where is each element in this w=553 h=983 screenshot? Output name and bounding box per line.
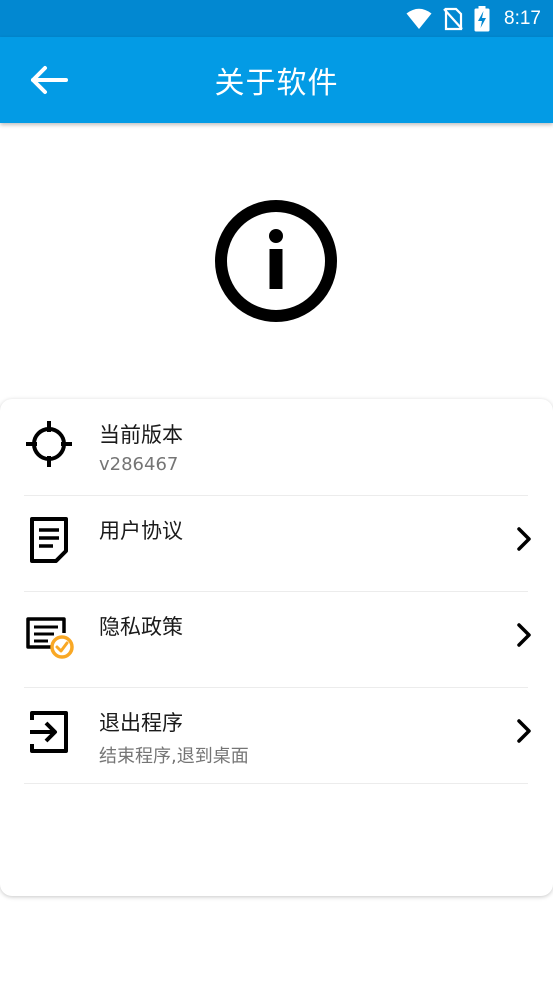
about-card: 当前版本 v286467 用户协议 隐私政策 退出程序 结束程序,退到桌面 bbox=[0, 399, 553, 896]
version-value: v286467 bbox=[99, 454, 179, 475]
document-icon bbox=[30, 517, 68, 563]
exit-icon bbox=[30, 711, 68, 753]
list-item-exit[interactable]: 退出程序 结束程序,退到桌面 bbox=[24, 687, 531, 784]
list-item-label: 隐私政策 bbox=[99, 615, 183, 639]
list-item-user-agreement[interactable]: 用户协议 bbox=[24, 495, 531, 592]
list-item-label: 用户协议 bbox=[99, 519, 183, 543]
status-bar: 8:17 bbox=[0, 0, 553, 37]
list-item-label: 当前版本 bbox=[99, 423, 183, 447]
exit-description: 结束程序,退到桌面 bbox=[99, 746, 249, 767]
chevron-right-icon bbox=[517, 623, 531, 647]
list-item-version: 当前版本 v286467 bbox=[24, 399, 528, 496]
crosshair-icon bbox=[26, 421, 72, 467]
page-title: 关于软件 bbox=[214, 66, 339, 101]
wifi-icon bbox=[406, 8, 432, 29]
chevron-right-icon bbox=[517, 527, 531, 551]
no-sim-icon bbox=[443, 7, 463, 30]
chevron-right-icon bbox=[517, 719, 531, 743]
list-item-privacy-policy[interactable]: 隐私政策 bbox=[24, 591, 531, 688]
battery-charging-icon bbox=[474, 5, 490, 31]
app-bar: 关于软件 bbox=[0, 37, 553, 123]
policy-check-icon bbox=[26, 617, 74, 659]
info-circle-icon bbox=[215, 200, 337, 322]
status-time: 8:17 bbox=[504, 7, 541, 29]
list-item-label: 退出程序 bbox=[99, 711, 183, 735]
